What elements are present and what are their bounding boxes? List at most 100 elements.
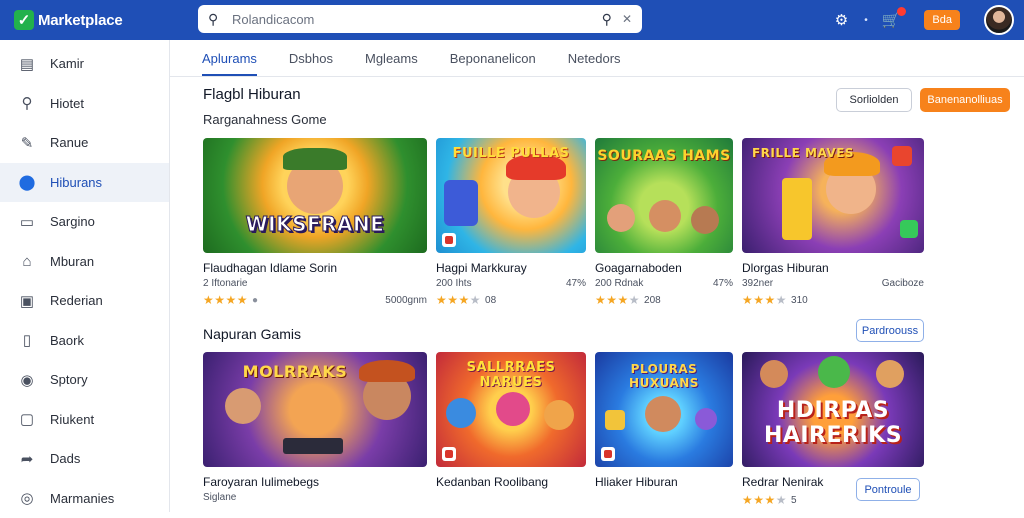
- game-title[interactable]: Faroyaran Iulimebegs: [203, 475, 427, 489]
- sidebar-item-hiotet[interactable]: ⚲ Hiotet: [0, 84, 169, 124]
- game-meta: Siglane: [203, 492, 427, 503]
- character-art: [876, 360, 904, 388]
- avatar[interactable]: [984, 5, 1014, 35]
- game-art-title: SALLRRAES NARUES: [436, 360, 586, 390]
- header-action-button[interactable]: Bda: [924, 10, 960, 30]
- game-thumbnail[interactable]: SALLRRAES NARUES: [436, 352, 586, 467]
- game-title[interactable]: Hagpi Markkuray: [436, 261, 586, 275]
- book-icon: ▯: [18, 331, 36, 349]
- game-card[interactable]: PLOURAS HUXUANS Hliaker Hiburan: [595, 352, 733, 489]
- character-art: [760, 360, 788, 388]
- character-art: [695, 408, 717, 430]
- search-input[interactable]: [232, 12, 594, 27]
- tab-mgleams[interactable]: Mgleams: [365, 51, 418, 76]
- clear-icon[interactable]: ✕: [622, 12, 632, 26]
- game-card[interactable]: FUILLE PULLAS Hagpi Markkuray 200 Ihts ★…: [436, 138, 586, 307]
- search-submit-icon[interactable]: ⚲: [602, 11, 612, 28]
- app-badge-icon: [442, 447, 456, 461]
- app-name: Marketplace: [38, 12, 123, 29]
- section-more-button-bottom[interactable]: Pontroule: [856, 478, 920, 501]
- sort-button[interactable]: Sorliolden: [836, 88, 912, 112]
- game-title[interactable]: Goagarnaboden: [595, 261, 733, 275]
- rating-count: 208: [644, 295, 661, 306]
- sidebar-item-sargino[interactable]: ▭ Sargino: [0, 202, 169, 242]
- game-thumbnail[interactable]: MOLRRAKS: [203, 352, 427, 467]
- game-stat: 47%: [566, 278, 586, 289]
- game-thumbnail[interactable]: FUILLE PULLAS: [436, 138, 586, 253]
- game-title[interactable]: Hliaker Hiburan: [595, 475, 733, 489]
- game-thumbnail[interactable]: WIKSFRANE: [203, 138, 427, 253]
- game-art-title: SOURAAS HAMS: [595, 148, 733, 164]
- sidebar-item-mburan[interactable]: ⌂ Mburan: [0, 242, 169, 282]
- game-art-title: WIKSFRANE: [203, 212, 427, 236]
- sidebar-item-sptory[interactable]: ◉ Sptory: [0, 360, 169, 400]
- game-card[interactable]: FRILLE MAVES Dlorgas Hiburan 392ner ★★★★…: [742, 138, 924, 307]
- sidebar-item-dads[interactable]: ➦ Dads: [0, 439, 169, 479]
- top-bar: ✓ Marketplace ⚲ ⚲ ✕ ⚙ • 🛒 Bda: [0, 0, 1024, 40]
- tab-netedors[interactable]: Netedors: [568, 51, 621, 76]
- game-thumbnail[interactable]: PLOURAS HUXUANS: [595, 352, 733, 467]
- sidebar-item-label: Hiburans: [50, 175, 102, 190]
- tablet-art: [782, 178, 812, 240]
- game-card[interactable]: SOURAAS HAMS Goagarnaboden 200 Rdnak ★★★…: [595, 138, 733, 307]
- notification-badge: [897, 7, 906, 16]
- sidebar-item-baork[interactable]: ▯ Baork: [0, 321, 169, 361]
- brand[interactable]: ✓ Marketplace: [14, 10, 194, 30]
- game-meta: 2 Iftonarie: [203, 278, 427, 289]
- game-title[interactable]: Kedanban Roolibang: [436, 475, 586, 489]
- tab-dsbhos[interactable]: Dsbhos: [289, 51, 333, 76]
- sidebar-item-ranue[interactable]: ✎ Ranue: [0, 123, 169, 163]
- game-card[interactable]: MOLRRAKS Faroyaran Iulimebegs Siglane: [203, 352, 427, 503]
- gem-art: [900, 220, 918, 238]
- section-title: Napuran Gamis: [203, 326, 301, 342]
- sidebar-item-label: Riukent: [50, 412, 94, 427]
- rating-row: ★★★★● 5000gnm: [203, 293, 427, 307]
- sidebar-item-riukent[interactable]: ▢ Riukent: [0, 400, 169, 440]
- character-art: [645, 396, 681, 432]
- hat-art: [283, 148, 347, 170]
- game-thumbnail[interactable]: SOURAAS HAMS: [595, 138, 733, 253]
- home-icon: ⌂: [18, 253, 36, 270]
- tablet-art: [444, 180, 478, 226]
- tab-bar: Aplurams Dsbhos Mgleams Beponanelicon Ne…: [170, 40, 1024, 77]
- character-art: [649, 200, 681, 232]
- game-thumbnail[interactable]: FRILLE MAVES: [742, 138, 924, 253]
- character-art: [225, 388, 261, 424]
- game-card[interactable]: SALLRRAES NARUES Kedanban Roolibang: [436, 352, 586, 489]
- character-art: [496, 392, 530, 426]
- settings-icon[interactable]: ⚙: [835, 11, 848, 29]
- game-card[interactable]: WIKSFRANE Flaudhagan Idlame Sorin 2 Ifto…: [203, 138, 427, 307]
- tab-beponanelicon[interactable]: Beponanelicon: [450, 51, 536, 76]
- tab-aplurams[interactable]: Aplurams: [202, 51, 257, 76]
- sidebar-item-marmanies[interactable]: ◎ Marmanies: [0, 479, 169, 518]
- game-art-title: HDIRPAS HAIRERIKS: [742, 398, 924, 448]
- section-subtitle: Rarganahness Gome: [203, 112, 327, 127]
- section-title: Flagbl Hiburan: [203, 86, 301, 103]
- compass-icon: ⬤: [18, 173, 36, 191]
- gem-art: [605, 410, 625, 430]
- character-art: [607, 204, 635, 232]
- character-art: [544, 400, 574, 430]
- game-art-title: FRILLE MAVES: [742, 146, 924, 160]
- sidebar-item-kamir[interactable]: ▤ Kamir: [0, 44, 169, 84]
- header-actions: ⚙ • 🛒 Bda: [835, 0, 1024, 40]
- rating-count: 08: [485, 295, 496, 306]
- game-art-title: PLOURAS HUXUANS: [595, 362, 733, 390]
- game-thumbnail[interactable]: HDIRPAS HAIRERIKS: [742, 352, 924, 467]
- info-icon: ●: [252, 295, 258, 306]
- section-action-button[interactable]: Banenanolliuas: [920, 88, 1010, 112]
- sidebar-item-label: Ranue: [50, 135, 88, 150]
- rating-count: 5: [791, 495, 797, 506]
- sidebar-item-rederian[interactable]: ▣ Rederian: [0, 281, 169, 321]
- rating-row: ★★★★ 310 Gaciboze: [742, 293, 924, 307]
- search-bar: ⚲ ⚲ ✕: [198, 5, 642, 33]
- game-title[interactable]: Flaudhagan Idlame Sorin: [203, 261, 427, 275]
- sidebar: ▤ Kamir ⚲ Hiotet ✎ Ranue ⬤ Hiburans ▭ Sa…: [0, 40, 170, 512]
- section-more-button[interactable]: Pardroouss: [856, 319, 924, 342]
- rating-row: ★★★★ 208 47%: [595, 293, 733, 307]
- app-badge-icon: [442, 233, 456, 247]
- sidebar-item-hiburans[interactable]: ⬤ Hiburans: [0, 163, 169, 203]
- sidebar-item-label: Sptory: [50, 372, 88, 387]
- game-title[interactable]: Dlorgas Hiburan: [742, 261, 924, 275]
- notification-icon[interactable]: 🛒: [882, 11, 901, 29]
